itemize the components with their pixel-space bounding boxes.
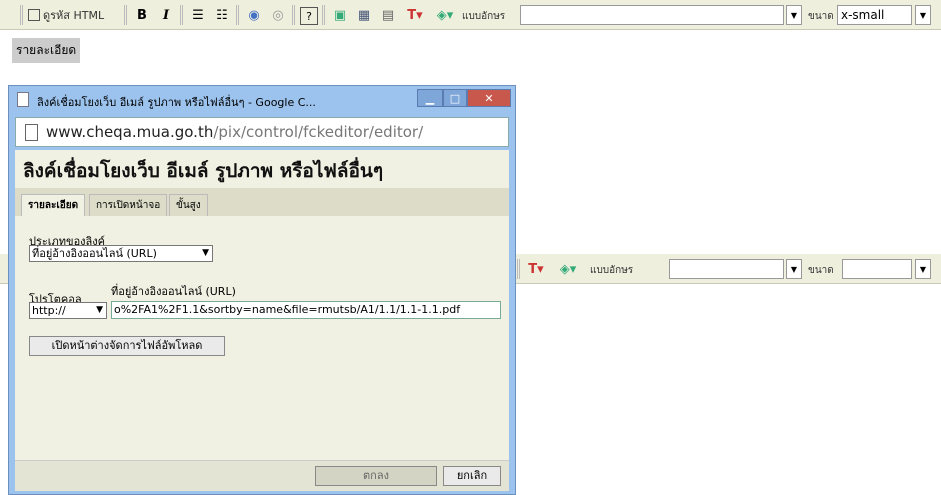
font-label: แบบอักษร [462,11,506,22]
background-color-icon[interactable]: ◈▾ [555,259,581,279]
detail-text: รายละเอียด [12,38,81,63]
source-button[interactable]: ดูรหัส HTML [28,5,120,25]
size-select[interactable] [842,259,912,279]
background-color-icon[interactable]: ◈▾ [432,5,458,25]
window-title: ลิงค์เชื่อมโยงเว็บ อีเมล์ รูปภาพ หรือไฟล… [37,96,316,109]
cancel-button[interactable]: ยกเลิก [443,466,501,486]
font-select[interactable] [520,5,784,25]
text-color-icon[interactable]: T▾ [402,5,428,25]
font-label: แบบอักษร [590,265,634,276]
font-select-arrow-icon[interactable]: ▼ [786,5,802,25]
address-url: www.cheqa.mua.go.th/pix/control/fckedito… [46,123,424,141]
toolbar-separator [322,5,325,25]
dialog-title: ลิงค์เชื่อมโยงเว็บ อีเมล์ รูปภาพ หรือไฟล… [23,160,384,182]
ok-button[interactable]: ตกลง [315,466,437,486]
toolbar-separator [517,259,520,279]
editor-toolbar-top: ดูรหัส HTML B I ☰ ☷ ◉ ◎ ? ▣ ▦ ▤ T▾ ◈▾ แบ… [0,0,941,30]
dialog-tabs: รายละเอียด การเปิดหน้าจอ ขั้นสูง [15,188,509,216]
unlink-icon[interactable]: ◎ [268,5,288,25]
link-type-select[interactable]: ที่อยู่อ้างอิงออนไลน์ (URL) ▼ [29,245,213,262]
font-select[interactable] [669,259,784,279]
tab-advanced[interactable]: ขั้นสูง [169,194,208,216]
italic-button[interactable]: I [156,5,176,25]
protocol-select[interactable]: http://▼ [29,302,107,319]
horizontal-rule-icon[interactable]: ▤ [378,5,398,25]
size-select[interactable]: x-small [837,5,912,25]
url-label: ที่อยู่อ้างอิงออนไลน์ (URL) [111,285,236,298]
toolbar-separator [124,5,127,25]
dialog-content: ลิงค์เชื่อมโยงเว็บ อีเมล์ รูปภาพ หรือไฟล… [15,150,509,491]
toolbar-separator [180,5,183,25]
image-icon[interactable]: ▣ [330,5,350,25]
source-icon [28,9,40,21]
table-icon[interactable]: ▦ [354,5,374,25]
chevron-down-icon: ▼ [202,248,209,258]
tab-target[interactable]: การเปิดหน้าจอ [89,194,168,216]
size-label: ขนาด [808,11,834,22]
dialog-footer: ตกลง ยกเลิก [15,460,509,491]
size-select-arrow-icon[interactable]: ▼ [915,5,931,25]
window-titlebar[interactable]: ลิงค์เชื่อมโยงเว็บ อีเมล์ รูปภาพ หรือไฟล… [9,86,515,114]
maximize-button[interactable]: □ [443,89,467,107]
toolbar-separator [292,5,295,25]
address-bar[interactable]: www.cheqa.mua.go.th/pix/control/fckedito… [15,117,509,147]
bold-button[interactable]: B [132,5,152,25]
help-icon[interactable]: ? [300,7,318,25]
font-select-arrow-icon[interactable]: ▼ [786,259,802,279]
bullet-list-icon[interactable]: ☷ [212,5,232,25]
toolbar-separator [20,5,23,25]
link-icon[interactable]: ◉ [244,5,264,25]
minimize-button[interactable]: ▁ [417,89,443,107]
chevron-down-icon: ▼ [96,305,103,315]
page-icon [25,124,38,141]
toolbar-separator [236,5,239,25]
browse-server-button[interactable]: เปิดหน้าต่างจัดการไฟล์อัพโหลด [29,336,225,356]
numbered-list-icon[interactable]: ☰ [188,5,208,25]
tab-details[interactable]: รายละเอียด [21,194,86,216]
url-input[interactable]: o%2FA1%2F1.1&sortby=name&file=rmutsb/A1/… [111,301,501,319]
size-label: ขนาด [808,265,834,276]
close-button[interactable]: ✕ [467,89,511,107]
link-dialog-window: ลิงค์เชื่อมโยงเว็บ อีเมล์ รูปภาพ หรือไฟล… [8,85,516,495]
text-color-icon[interactable]: T▾ [523,259,549,279]
size-select-arrow-icon[interactable]: ▼ [915,259,931,279]
page-icon [17,92,29,107]
